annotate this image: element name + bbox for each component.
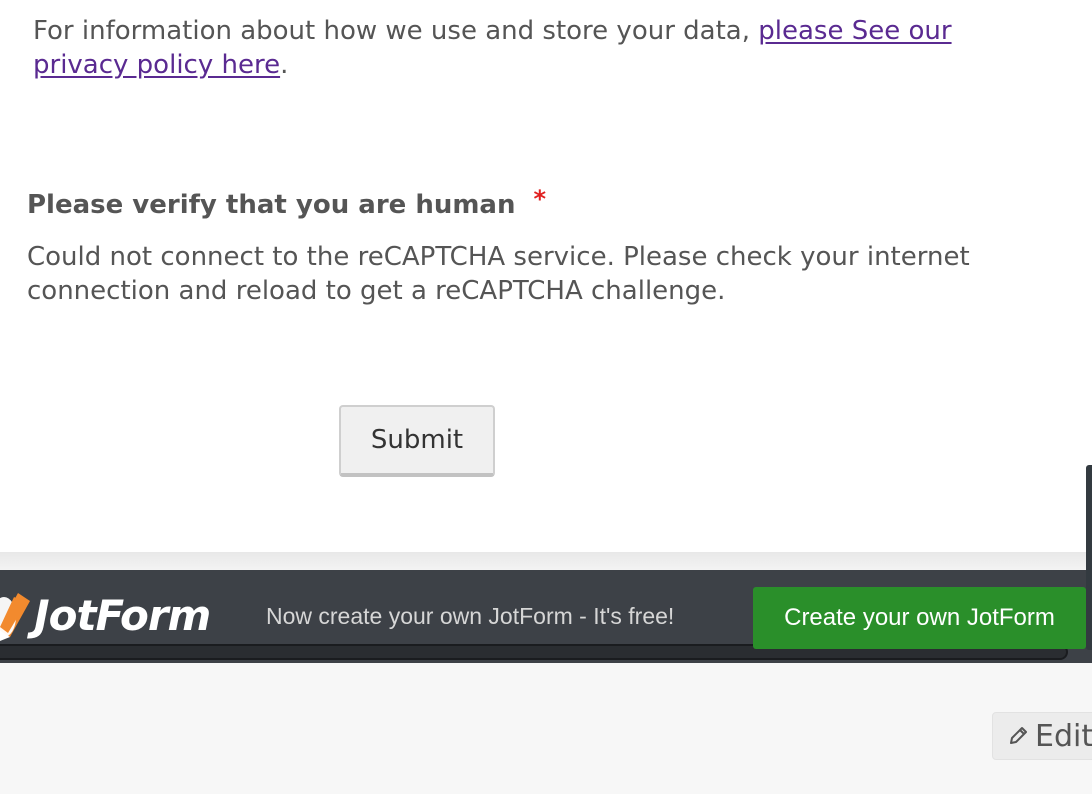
privacy-notice: For information about how we use and sto…: [33, 14, 1033, 82]
jotform-logo[interactable]: JotForm: [0, 587, 211, 643]
recaptcha-error-message: Could not connect to the reCAPTCHA servi…: [27, 242, 970, 306]
edit-label: Edit: [1035, 718, 1092, 754]
verify-label-text: Please verify that you are human: [27, 190, 516, 220]
card-shadow-divider: [0, 552, 1092, 570]
captcha-question-label: Please verify that you are human *: [27, 185, 547, 222]
required-asterisk: *: [533, 185, 547, 213]
jotform-logo-icon: [0, 587, 32, 643]
page-scrollbar[interactable]: [1086, 465, 1092, 650]
privacy-end: .: [280, 50, 289, 80]
privacy-text: For information about how we use and sto…: [33, 16, 750, 46]
pencil-icon: [1010, 727, 1027, 744]
form-card: For information about how we use and sto…: [0, 0, 1092, 552]
submit-button[interactable]: Submit: [339, 405, 495, 477]
banner-tagline: Now create your own JotForm - It's free!: [266, 603, 675, 629]
jotform-logo-text: JotForm: [34, 590, 211, 640]
create-jotform-button[interactable]: Create your own JotForm: [753, 587, 1086, 649]
edit-button[interactable]: Edit: [992, 712, 1092, 760]
